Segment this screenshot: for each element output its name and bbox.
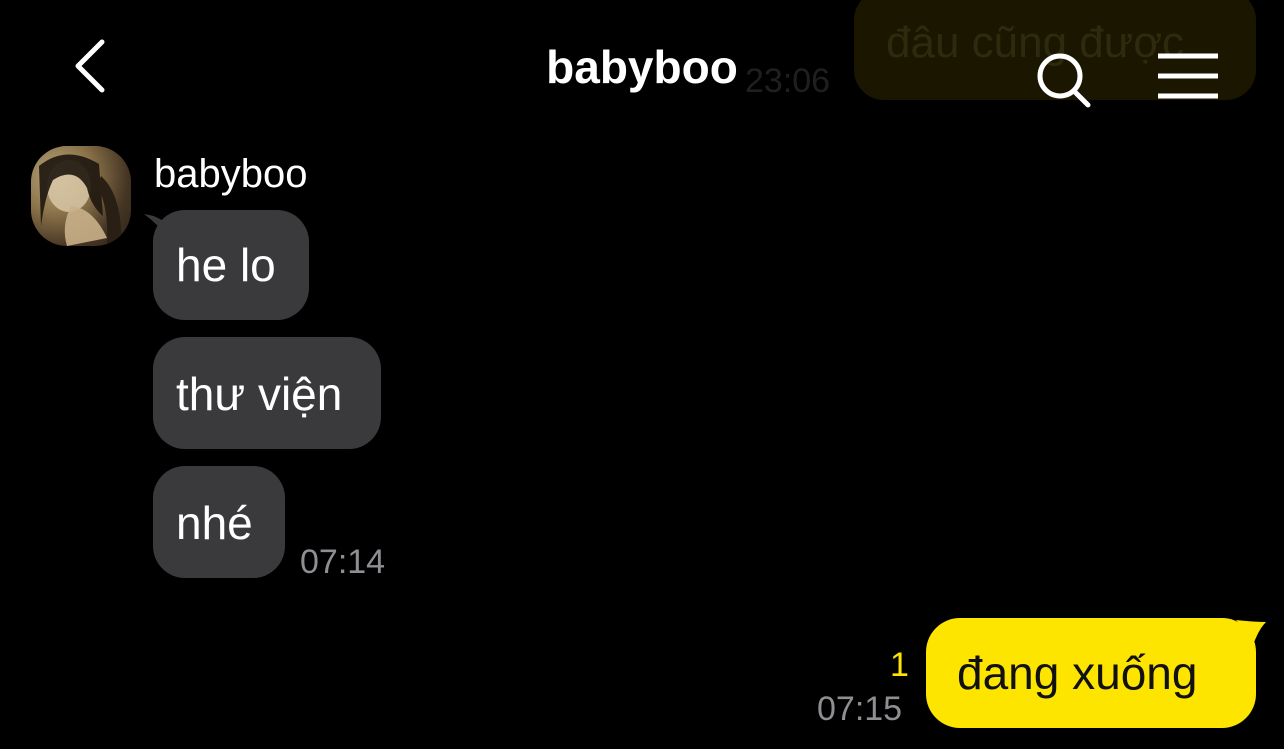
received-timestamp: 07:14 xyxy=(300,543,386,581)
back-button[interactable] xyxy=(60,36,120,96)
search-icon xyxy=(1037,53,1091,108)
chat-title: babyboo xyxy=(546,41,738,93)
avatar-photo xyxy=(31,146,131,246)
sent-message-bubble[interactable]: đang xuống xyxy=(926,618,1256,728)
chevron-left-icon xyxy=(75,39,105,93)
message-text: nhé xyxy=(176,497,253,549)
message-text: đang xuống xyxy=(957,647,1198,699)
sent-timestamp: 07:15 xyxy=(817,690,903,728)
sender-name: babyboo xyxy=(154,152,308,196)
sender-avatar[interactable] xyxy=(31,146,131,246)
message-text: thư viện xyxy=(176,368,343,420)
received-message-bubble[interactable]: thư viện xyxy=(153,337,381,449)
search-button[interactable] xyxy=(1030,48,1096,114)
received-message-bubble[interactable]: nhé xyxy=(153,466,285,578)
menu-button[interactable] xyxy=(1152,50,1224,104)
message-text: he lo xyxy=(176,239,276,291)
hamburger-menu-icon xyxy=(1158,53,1218,99)
unread-count-badge: 1 xyxy=(890,646,909,684)
received-message-bubble[interactable]: he lo xyxy=(153,210,309,320)
